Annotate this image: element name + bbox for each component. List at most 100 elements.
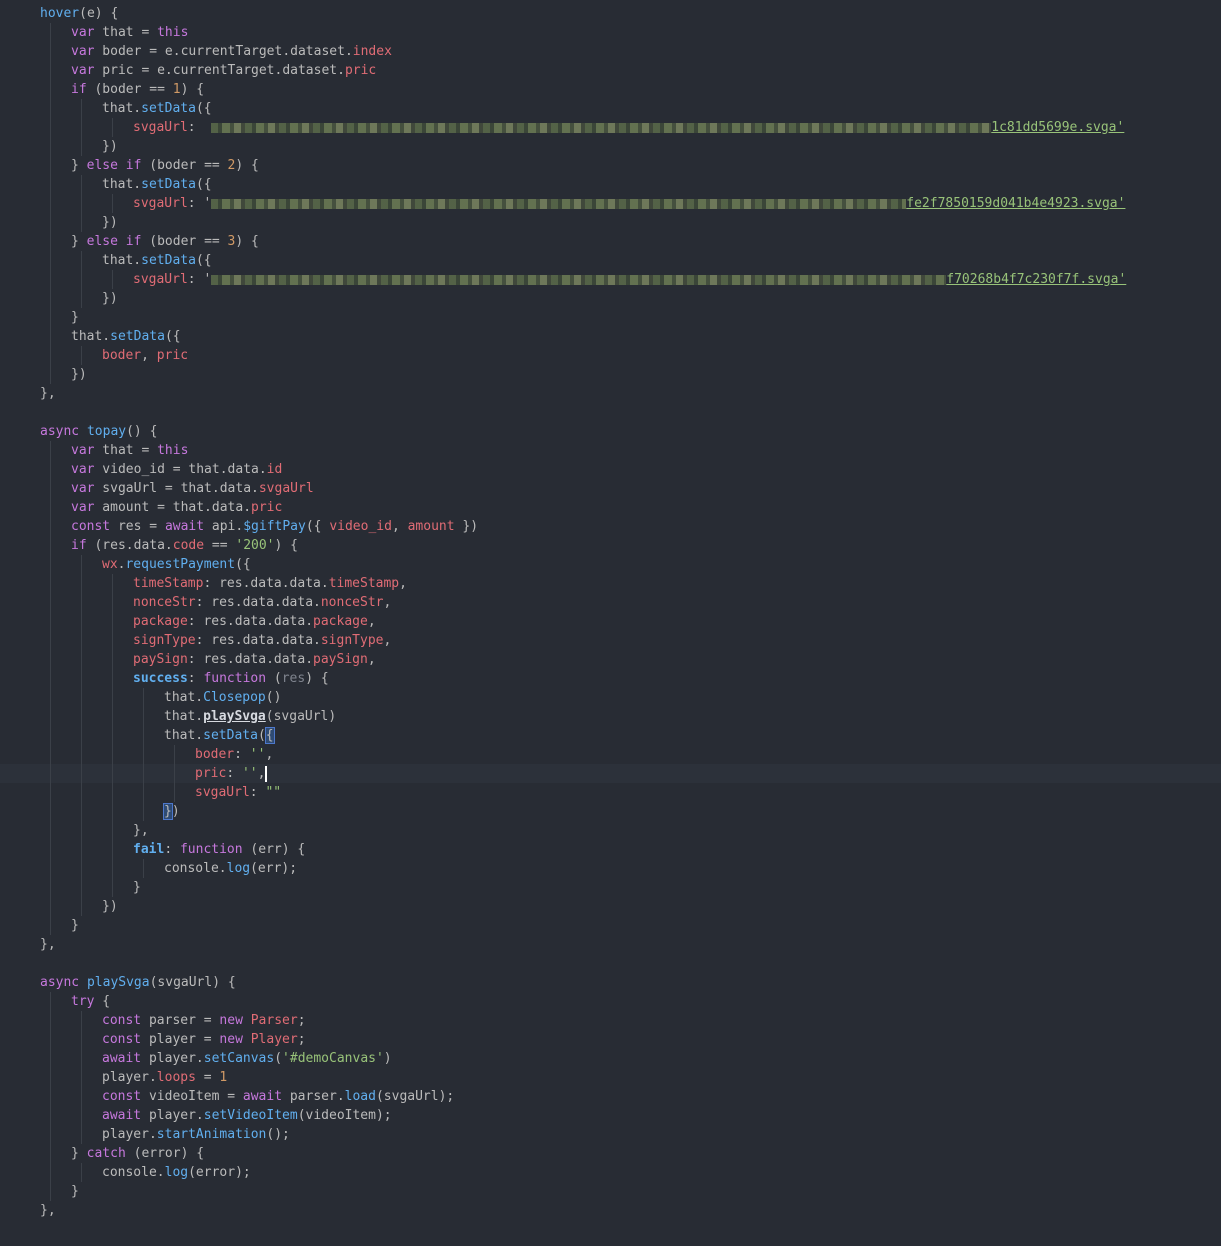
code-line[interactable]: } else if (boder == 2) { — [0, 156, 1221, 175]
code-line[interactable]: fail: function (err) { — [0, 840, 1221, 859]
code-line[interactable]: if (res.data.code == '200') { — [0, 536, 1221, 555]
code-line[interactable]: console.log(error); — [0, 1163, 1221, 1182]
code-line[interactable]: }) — [0, 289, 1221, 308]
code-text: }, — [40, 1201, 56, 1220]
code-line[interactable]: that.setData({ — [0, 99, 1221, 118]
code-token: new — [219, 1013, 243, 1028]
code-line[interactable]: if (boder == 1) { — [0, 80, 1221, 99]
code-line[interactable]: player.loops = 1 — [0, 1068, 1221, 1087]
code-line[interactable]: paySign: res.data.data.paySign, — [0, 650, 1221, 669]
code-text: that.playSvga(svgaUrl) — [164, 707, 336, 726]
code-line[interactable]: }, — [0, 1201, 1221, 1220]
code-token: load — [344, 1089, 376, 1104]
indent-guide — [81, 1030, 82, 1049]
indent-guide — [50, 194, 51, 213]
code-token: , — [383, 633, 392, 648]
code-line[interactable]: const parser = new Parser; — [0, 1011, 1221, 1030]
indent-guide — [143, 802, 144, 821]
code-line[interactable]: var pric = e.currentTarget.dataset.pric — [0, 61, 1221, 80]
code-line[interactable]: const res = await api.$giftPay({ video_i… — [0, 517, 1221, 536]
code-line[interactable]: var that = this — [0, 441, 1221, 460]
code-token: videoItem = — [141, 1089, 243, 1104]
code-line[interactable]: that.Closepop() — [0, 688, 1221, 707]
code-line[interactable]: var that = this — [0, 23, 1221, 42]
indent-guide — [174, 783, 175, 802]
code-line[interactable]: var amount = that.data.pric — [0, 498, 1221, 517]
code-line[interactable]: svgaUrl: ' f70268b4f7c230f7f.svga' — [0, 270, 1221, 289]
indent-guide — [112, 707, 113, 726]
indent-guide — [112, 688, 113, 707]
code-token: await — [242, 1089, 283, 1104]
indent-guide — [50, 650, 51, 669]
code-text: svgaUrl: ' f70268b4f7c230f7f.svga' — [133, 270, 1126, 289]
code-token: that. — [164, 709, 204, 724]
code-line[interactable]: boder: '', — [0, 745, 1221, 764]
code-line[interactable]: pric: '', — [0, 764, 1221, 783]
indent-guide — [81, 555, 82, 574]
code-line[interactable]: that.setData({ — [0, 251, 1221, 270]
code-line[interactable]: wx.requestPayment({ — [0, 555, 1221, 574]
indent-guide — [81, 99, 82, 118]
code-line[interactable]: var video_id = that.data.id — [0, 460, 1221, 479]
code-editor[interactable]: hover(e) {var that = this var boder = e.c… — [0, 0, 1221, 1246]
matched-bracket: } — [163, 803, 173, 820]
code-line[interactable]: } — [0, 308, 1221, 327]
code-line[interactable]: }, — [0, 384, 1221, 403]
indent-guide — [143, 707, 144, 726]
code-line[interactable]: signType: res.data.data.signType, — [0, 631, 1221, 650]
code-line[interactable]: try { — [0, 992, 1221, 1011]
code-line[interactable]: } — [0, 878, 1221, 897]
code-line[interactable]: const videoItem = await parser.load(svga… — [0, 1087, 1221, 1106]
code-line[interactable]: async topay() { — [0, 422, 1221, 441]
code-line[interactable]: timeStamp: res.data.data.timeStamp, — [0, 574, 1221, 593]
code-text: svgaUrl: "" — [195, 783, 281, 802]
code-line[interactable]: }) — [0, 213, 1221, 232]
code-line[interactable]: } — [0, 916, 1221, 935]
code-line[interactable]: console.log(err); — [0, 859, 1221, 878]
code-token: }, — [133, 823, 149, 838]
code-line[interactable]: hover(e) { — [0, 4, 1221, 23]
code-line[interactable]: async playSvga(svgaUrl) { — [0, 973, 1221, 992]
code-token: ( — [274, 1051, 283, 1066]
code-line[interactable]: svgaUrl: 1c81dd5699e.svga' — [0, 118, 1221, 137]
code-line[interactable]: svgaUrl: ' fe2f7850159d041b4e4923.svga' — [0, 194, 1221, 213]
code-line[interactable] — [0, 403, 1221, 422]
indent-guide — [50, 821, 51, 840]
code-line[interactable] — [0, 954, 1221, 973]
code-token: (boder == — [141, 158, 228, 173]
code-line[interactable]: boder, pric — [0, 346, 1221, 365]
code-line[interactable]: that.playSvga(svgaUrl) — [0, 707, 1221, 726]
code-line[interactable]: }, — [0, 935, 1221, 954]
code-token: svgaUrl — [195, 785, 250, 800]
code-line[interactable]: package: res.data.data.package, — [0, 612, 1221, 631]
code-token: , — [257, 766, 266, 781]
code-line[interactable]: player.startAnimation(); — [0, 1125, 1221, 1144]
code-line[interactable]: }) — [0, 365, 1221, 384]
code-token: }, — [40, 386, 56, 401]
code-line[interactable]: }, — [0, 821, 1221, 840]
code-line[interactable]: await player.setCanvas('#demoCanvas') — [0, 1049, 1221, 1068]
indent-guide — [174, 745, 175, 764]
code-line[interactable]: const player = new Player; — [0, 1030, 1221, 1049]
code-token: pric — [344, 63, 377, 78]
code-line[interactable]: var svgaUrl = that.data.svgaUrl — [0, 479, 1221, 498]
code-line[interactable]: that.setData({ — [0, 327, 1221, 346]
indent-guide — [50, 1106, 51, 1125]
indent-guide — [50, 232, 51, 251]
code-line[interactable]: var boder = e.currentTarget.dataset.inde… — [0, 42, 1221, 61]
code-token: loops — [156, 1070, 196, 1085]
code-line[interactable]: }) — [0, 897, 1221, 916]
code-line[interactable]: } else if (boder == 3) { — [0, 232, 1221, 251]
code-line[interactable]: } catch (error) { — [0, 1144, 1221, 1163]
code-line[interactable]: } — [0, 1182, 1221, 1201]
code-line[interactable]: }) — [0, 137, 1221, 156]
code-line[interactable]: that.setData({ — [0, 726, 1221, 745]
code-token: }) — [102, 139, 118, 154]
code-line[interactable]: nonceStr: res.data.data.nonceStr, — [0, 593, 1221, 612]
code-line[interactable]: that.setData({ — [0, 175, 1221, 194]
code-line[interactable]: success: function (res) { — [0, 669, 1221, 688]
code-line[interactable]: svgaUrl: "" — [0, 783, 1221, 802]
code-line[interactable]: await player.setVideoItem(videoItem); — [0, 1106, 1221, 1125]
code-line[interactable]: }) — [0, 802, 1221, 821]
